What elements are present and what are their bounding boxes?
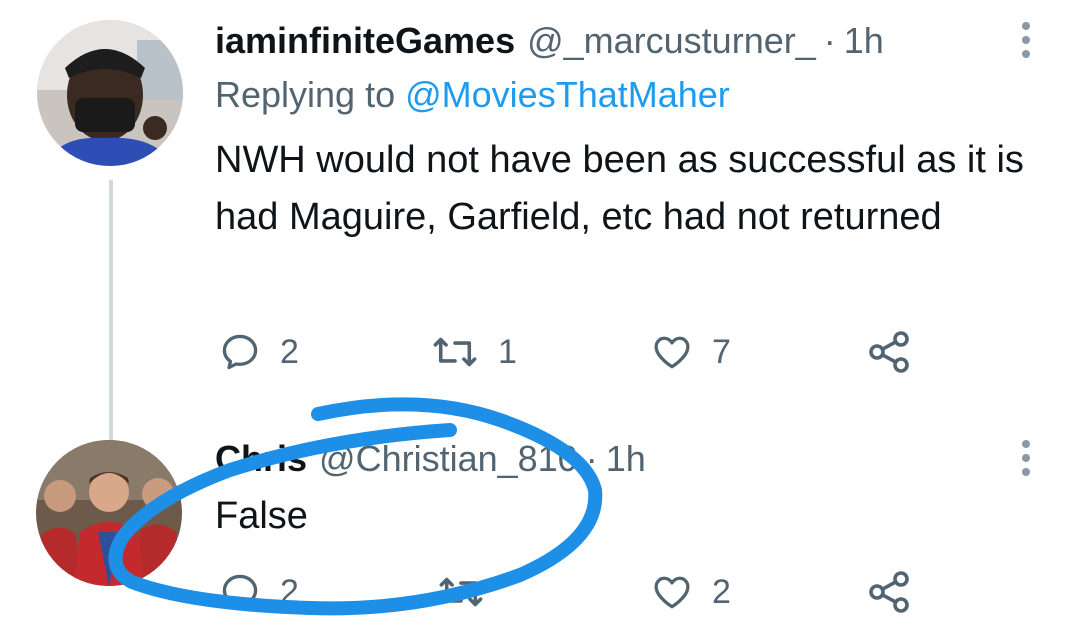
- share-button[interactable]: [865, 328, 913, 376]
- replying-to-line: Replying to @MoviesThatMaher: [215, 74, 730, 116]
- retweet-icon: [430, 330, 480, 374]
- reply-count: 2: [280, 572, 299, 611]
- tweet-text: NWH would not have been as successful as…: [215, 139, 1024, 238]
- replying-to-label: Replying to: [215, 74, 396, 115]
- reply-button[interactable]: 2: [218, 330, 299, 374]
- separator-dot: ·: [585, 438, 598, 479]
- more-vertical-icon[interactable]: [1020, 22, 1032, 64]
- share-icon: [865, 328, 913, 376]
- retweet-icon: [436, 570, 486, 614]
- like-count: 7: [712, 332, 731, 371]
- user-handle[interactable]: @_marcusturner_: [527, 20, 816, 62]
- tweet-text: False: [215, 495, 308, 537]
- avatar-chris[interactable]: [36, 440, 182, 586]
- reply-button[interactable]: 2: [218, 570, 299, 614]
- reply-bubble-icon: [218, 330, 262, 374]
- avatar-iaminfinitegames[interactable]: [37, 20, 183, 166]
- reply-bubble-icon: [218, 570, 262, 614]
- retweet-button[interactable]: 1: [430, 330, 517, 374]
- tweet-1[interactable]: iaminfiniteGames @_marcusturner_ · 1h Re…: [0, 0, 1080, 400]
- display-name[interactable]: Chris: [215, 438, 307, 480]
- reply-count: 2: [280, 332, 299, 371]
- timestamp[interactable]: 1h: [844, 20, 884, 62]
- heart-icon: [650, 570, 694, 614]
- like-count: 2: [712, 572, 731, 611]
- separator-dot: ·: [823, 20, 836, 61]
- like-button[interactable]: 7: [650, 330, 731, 374]
- share-icon: [865, 568, 913, 616]
- like-button[interactable]: 2: [650, 570, 731, 614]
- timestamp[interactable]: 1h: [606, 438, 646, 480]
- user-handle[interactable]: @Christian_810: [319, 438, 578, 480]
- heart-icon: [650, 330, 694, 374]
- tweet-2[interactable]: Chris @Christian_810 · 1h False 2 2: [0, 420, 1080, 630]
- tweet-header: Chris @Christian_810 · 1h: [215, 438, 646, 480]
- tweet-header: iaminfiniteGames @_marcusturner_ · 1h: [215, 20, 884, 62]
- replying-to-mention[interactable]: @MoviesThatMaher: [405, 74, 730, 115]
- share-button[interactable]: [865, 568, 913, 616]
- retweet-count: 1: [498, 332, 517, 371]
- retweet-button[interactable]: [436, 570, 504, 614]
- more-vertical-icon[interactable]: [1020, 440, 1032, 482]
- display-name[interactable]: iaminfiniteGames: [215, 20, 515, 62]
